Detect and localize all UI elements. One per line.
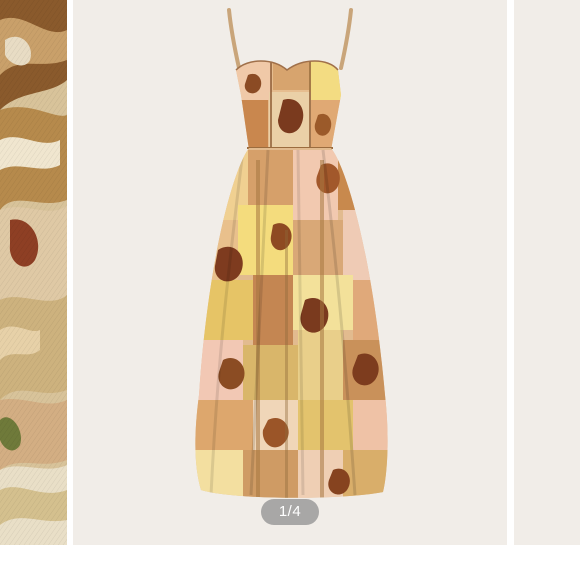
slide-counter-total: 4 [292,503,302,520]
previous-slide-fabric-closeup[interactable] [0,0,67,545]
dress-illustration [195,8,388,498]
image-carousel[interactable]: 1/4 [0,0,580,580]
slide-counter: 1/4 [261,499,319,525]
next-slide-image[interactable] [514,0,580,545]
main-slide-dress-image[interactable] [73,0,507,545]
slide-counter-current: 1 [278,503,288,520]
